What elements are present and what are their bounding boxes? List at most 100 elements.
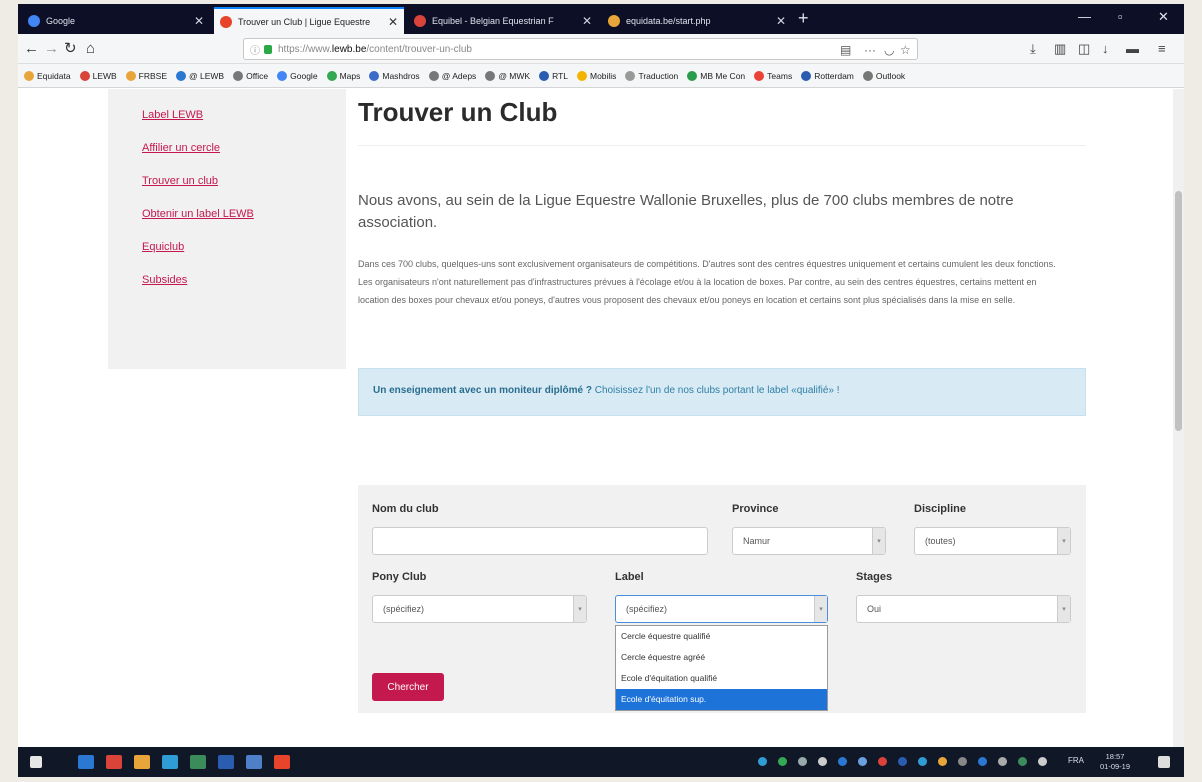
- discipline-select[interactable]: (toutes) ▾: [914, 527, 1071, 555]
- sidebar-link-obtenir-label[interactable]: Obtenir un label LEWB: [142, 208, 346, 220]
- taskbar-app-icon[interactable]: [274, 755, 290, 769]
- bookmark-item[interactable]: Office: [233, 70, 268, 81]
- tray-icon[interactable]: [818, 757, 827, 766]
- label-select[interactable]: (spécifiez) ▾: [615, 595, 828, 623]
- tray-icon[interactable]: [838, 757, 847, 766]
- info-icon[interactable]: ⓘ: [250, 42, 260, 57]
- close-icon[interactable]: ✕: [582, 14, 592, 28]
- back-icon[interactable]: ←: [24, 40, 39, 58]
- dropdown-option-highlighted[interactable]: Ecole d'équitation sup.: [616, 689, 827, 710]
- download-arrow-icon[interactable]: ↓: [1102, 41, 1109, 56]
- windows-start-icon[interactable]: [30, 756, 42, 768]
- tray-icon[interactable]: [878, 757, 887, 766]
- tray-icon[interactable]: [758, 757, 767, 766]
- club-name-input[interactable]: [372, 527, 708, 555]
- url-bar[interactable]: ⓘ https://www. lewb.be /content/trouver-…: [243, 38, 918, 60]
- reload-icon[interactable]: ↻: [64, 40, 77, 58]
- ponyclub-select[interactable]: (spécifiez) ▾: [372, 595, 587, 623]
- reader-view-icon[interactable]: ▤: [840, 43, 851, 57]
- new-tab-button[interactable]: +: [798, 8, 809, 29]
- dropdown-option[interactable]: Cercle équestre qualifié: [616, 626, 827, 647]
- close-icon[interactable]: ✕: [388, 15, 398, 29]
- sidebar-toggle-icon[interactable]: ◫: [1078, 41, 1090, 57]
- tray-icon[interactable]: [1038, 757, 1047, 766]
- bookmark-item[interactable]: @ Adeps: [428, 70, 476, 81]
- minimize-icon[interactable]: —: [1078, 9, 1091, 24]
- maximize-icon[interactable]: ▫: [1118, 9, 1123, 24]
- bookmark-icon: [754, 70, 765, 81]
- bookmark-item[interactable]: LEWB: [79, 70, 117, 81]
- extension-icon[interactable]: ▬: [1126, 41, 1139, 56]
- page-actions-icon[interactable]: ···: [864, 43, 876, 57]
- tray-icon[interactable]: [918, 757, 927, 766]
- library-icon[interactable]: ▥: [1054, 41, 1066, 57]
- taskbar-app-icon[interactable]: [162, 755, 178, 769]
- search-button[interactable]: Chercher: [372, 673, 444, 701]
- dropdown-option[interactable]: Ecole d'équitation qualifié: [616, 668, 827, 689]
- province-select[interactable]: Namur ▾: [732, 527, 886, 555]
- page-scrollbar[interactable]: [1173, 89, 1184, 747]
- bookmark-star-icon[interactable]: ☆: [900, 43, 911, 57]
- tab-trouver-un-club[interactable]: Trouver un Club | Ligue Equestre ✕: [214, 7, 404, 34]
- bookmark-item[interactable]: Outlook: [862, 70, 905, 81]
- bookmark-item[interactable]: Mashdros: [369, 70, 420, 81]
- pocket-icon[interactable]: ◡: [884, 43, 894, 57]
- bookmark-item[interactable]: FRBSE: [125, 70, 167, 81]
- tab-google[interactable]: Google ✕: [22, 7, 210, 34]
- close-icon[interactable]: ✕: [776, 14, 786, 28]
- tab-equidata[interactable]: equidata.be/start.php ✕: [602, 7, 792, 34]
- downloads-icon[interactable]: ⤓: [1030, 41, 1036, 57]
- taskbar-app-icon[interactable]: [218, 755, 234, 769]
- sidebar-link-affilier[interactable]: Affilier un cercle: [142, 142, 346, 154]
- sidebar-link-label-lewb[interactable]: Label LEWB: [142, 109, 346, 121]
- forward-icon[interactable]: →: [44, 40, 59, 58]
- taskbar-app-icon[interactable]: [190, 755, 206, 769]
- tray-icon[interactable]: [978, 757, 987, 766]
- taskbar-clock[interactable]: 18:57 01-09-19: [1100, 752, 1130, 772]
- sidebar-link-trouver-club[interactable]: Trouver un club: [142, 175, 346, 187]
- bookmark-item[interactable]: Maps: [326, 70, 360, 81]
- tray-icon[interactable]: [998, 757, 1007, 766]
- sidebar-link-equiclub[interactable]: Equiclub: [142, 241, 346, 253]
- bookmark-item[interactable]: @ LEWB: [176, 70, 224, 81]
- tray-icon[interactable]: [898, 757, 907, 766]
- bookmark-label: Teams: [767, 70, 793, 81]
- scrollbar-thumb[interactable]: [1175, 191, 1182, 431]
- taskbar-app-icon[interactable]: [246, 755, 262, 769]
- bookmark-label: MB Me Con: [700, 70, 746, 81]
- stages-label: Stages: [856, 571, 893, 583]
- taskbar-app-icon[interactable]: [134, 755, 150, 769]
- sidebar: Label LEWB Affilier un cercle Trouver un…: [108, 89, 346, 369]
- tray-icon[interactable]: [1018, 757, 1027, 766]
- dropdown-option[interactable]: Cercle équestre agréé: [616, 647, 827, 668]
- bookmark-item[interactable]: Teams: [754, 70, 793, 81]
- label-value: (spécifiez): [626, 604, 668, 614]
- tray-icon[interactable]: [958, 757, 967, 766]
- tray-icon[interactable]: [798, 757, 807, 766]
- menu-icon[interactable]: ≡: [1158, 41, 1166, 56]
- stages-select[interactable]: Oui ▾: [856, 595, 1071, 623]
- taskbar-app-icon[interactable]: [78, 755, 94, 769]
- tray-icon[interactable]: [938, 757, 947, 766]
- notifications-icon[interactable]: [1158, 756, 1170, 768]
- bookmark-item[interactable]: MB Me Con: [687, 70, 746, 81]
- chevron-down-icon: ▾: [814, 596, 827, 622]
- home-icon[interactable]: ⌂: [86, 40, 95, 58]
- province-label: Province: [732, 503, 779, 515]
- bookmark-item[interactable]: RTL: [539, 70, 568, 81]
- sidebar-link-subsides[interactable]: Subsides: [142, 274, 346, 286]
- bookmark-item[interactable]: Equidata: [24, 70, 71, 81]
- close-icon[interactable]: ✕: [194, 14, 204, 28]
- bookmark-item[interactable]: Mobilis: [576, 70, 616, 81]
- tab-equibel[interactable]: Equibel - Belgian Equestrian F ✕: [408, 7, 598, 34]
- tray-icon[interactable]: [858, 757, 867, 766]
- taskbar-app-icon[interactable]: [106, 755, 122, 769]
- bookmark-item[interactable]: @ MWK: [485, 70, 530, 81]
- bookmark-item[interactable]: Google: [277, 70, 318, 81]
- tray-icon[interactable]: [778, 757, 787, 766]
- language-indicator[interactable]: FRA: [1068, 756, 1084, 765]
- club-name-label: Nom du club: [372, 503, 439, 515]
- bookmark-item[interactable]: Traduction: [625, 70, 678, 81]
- close-window-icon[interactable]: ✕: [1158, 9, 1169, 25]
- bookmark-item[interactable]: Rotterdam: [801, 70, 854, 81]
